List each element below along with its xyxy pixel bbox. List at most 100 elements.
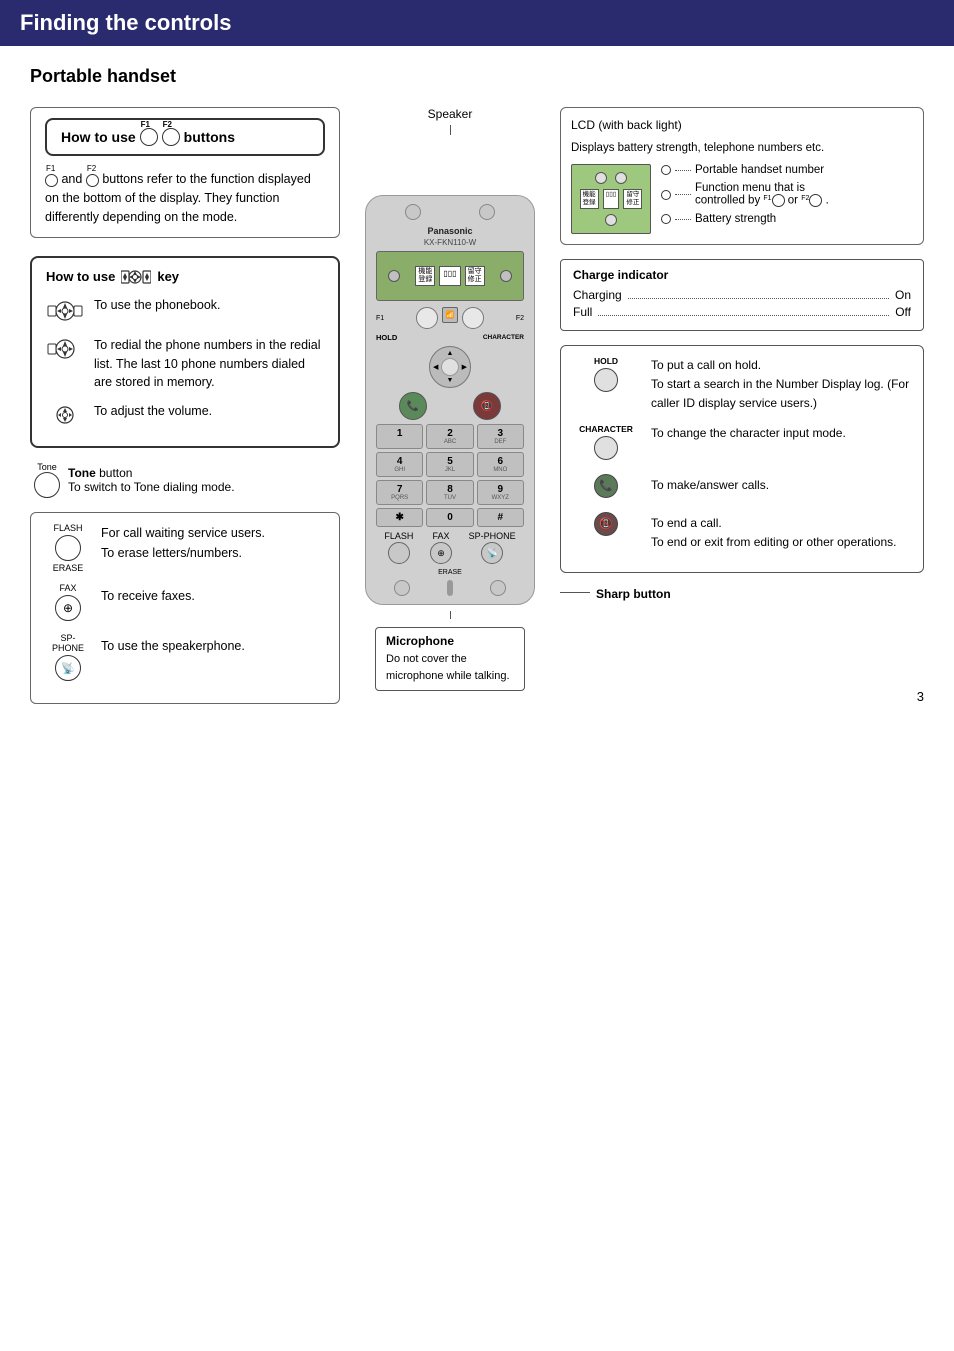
flash-fax-spphone-box: FLASH ERASE For call waiting service use… [30, 512, 340, 704]
lcd-bottom-btn [605, 214, 617, 226]
phone-top-speakers [376, 204, 524, 220]
num-9-button[interactable]: 9WXYZ [477, 480, 524, 505]
character-button-icon [594, 436, 618, 460]
f-buttons-description: F1 and F2 buttons refer to the function … [45, 170, 325, 227]
hold-button-icon [594, 368, 618, 392]
lcd-ind-handset-number: Portable handset number [661, 164, 913, 176]
spphone-button-icon: 📡 [55, 655, 81, 681]
lcd-screen-preview: 機能登録 ▯▯▯ 留守修正 [571, 164, 651, 234]
end-call-button[interactable]: 📵 [473, 392, 501, 420]
phone-f1-btn[interactable] [416, 307, 438, 329]
num-5-button[interactable]: 5JKL [426, 452, 473, 477]
phone-sp-btn[interactable]: 📡 [481, 542, 503, 564]
nav-center-dot [441, 358, 459, 376]
redial-key-icon [46, 336, 84, 362]
left-column: How to use F1 F2 buttons F1 [30, 107, 340, 704]
bottom-speaker-dot-left [394, 580, 410, 596]
end-call-button-icon: 📵 [594, 512, 618, 536]
num-4-button[interactable]: 4GHI [376, 452, 423, 477]
key-item-phonebook: To use the phonebook. [46, 298, 324, 324]
key-item-redial: To redial the phone numbers in the redia… [46, 336, 324, 392]
num-6-button[interactable]: 6MNO [477, 452, 524, 477]
num-3-button[interactable]: 3DEF [477, 424, 524, 449]
mic-label-box: Microphone Do not cover the microphone w… [375, 627, 525, 691]
phone-brand: Panasonic [376, 226, 524, 236]
lcd-info-box: LCD (with back light) Displays battery s… [560, 107, 924, 245]
phone-model: KX-FKN110-W [376, 238, 524, 247]
bottom-speaker-dot-right [490, 580, 506, 596]
nav-key-title-icon [121, 266, 151, 288]
sharp-button-area: Sharp button [560, 583, 924, 601]
how-to-use-key-box: How to use [30, 256, 340, 448]
tone-section: Tone Tone button To switch to Tone diali… [30, 462, 340, 498]
lcd-f2-dot [500, 270, 512, 282]
flash-button-icon [55, 535, 81, 561]
f1-button-icon [140, 128, 158, 146]
phone-numpad: 1 2ABC 3DEF 4GHI 5JKL 6MNO 7PQRS 8TUV 9W… [376, 424, 524, 527]
speaker-label: Speaker [428, 107, 473, 121]
lcd-display-area: 機能登録 ▯▯▯ 留守修正 Portable handset number [571, 164, 913, 234]
nav-right-icon: ▶ [462, 363, 467, 371]
speaker-arrow [450, 125, 451, 135]
nav-up-icon: ▲ [447, 350, 454, 357]
phone-f2-btn[interactable] [462, 307, 484, 329]
phone-nav-button[interactable]: ▲ ▼ ◀ ▶ [429, 346, 471, 388]
phone-f-row: F1 📶 F2 [376, 307, 524, 329]
end-call-function-item: 📵 To end a call. To end or exit from edi… [571, 510, 913, 552]
how-to-use-f-title: How to use F1 F2 buttons [45, 118, 325, 156]
hold-function-item: HOLD To put a call on hold. To start a s… [571, 356, 913, 414]
mic-label-area: Microphone Do not cover the microphone w… [375, 611, 525, 691]
phone-call-row: 📞 📵 [376, 392, 524, 420]
page-title: Finding the controls [20, 10, 231, 35]
phone-fax-btn[interactable]: ⊕ [430, 542, 452, 564]
erase-label: ERASE [376, 569, 524, 576]
num-8-button[interactable]: 8TUV [426, 480, 473, 505]
nav-left-icon: ◀ [433, 363, 438, 371]
wifi-icon: 📶 [442, 307, 458, 323]
speaker-dot-right [479, 204, 495, 220]
answer-call-button[interactable]: 📞 [399, 392, 427, 420]
character-function-item: CHARACTER To change the character input … [571, 424, 913, 462]
num-7-button[interactable]: 7PQRS [376, 480, 423, 505]
nav-down-icon: ▼ [447, 377, 454, 384]
lcd-indicators: Portable handset number Function menu th… [661, 164, 913, 231]
phone-flash-fax-sp-row: FLASH FAX ⊕ SP-PHONE 📡 [376, 531, 524, 565]
page-header: Finding the controls [0, 0, 954, 46]
page-number: 3 [917, 689, 924, 704]
phonebook-key-icon [46, 298, 84, 324]
f2-button-icon [162, 128, 180, 146]
phone-bottom-speakers [376, 580, 524, 596]
phone-nav-center: ▲ ▼ ◀ ▶ [376, 346, 524, 388]
spphone-item: SP-PHONE 📡 To use the speakerphone. [45, 633, 325, 683]
lcd-ind-battery: Battery strength [661, 213, 913, 225]
lcd-soft-f1 [595, 172, 607, 184]
charging-row: Charging On [573, 288, 911, 302]
num-hash-button[interactable]: # [477, 508, 524, 527]
answer-call-button-icon: 📞 [594, 474, 618, 498]
lcd-description: Displays battery strength, telephone num… [571, 140, 913, 156]
num-star-button[interactable]: ✱ [376, 508, 423, 527]
f2-small-icon [86, 174, 99, 187]
volume-key-icon [46, 404, 84, 426]
center-column: Speaker Panasonic KX-FKN110-W [350, 107, 550, 704]
lcd-f1-dot [388, 270, 400, 282]
speaker-dot-left [405, 204, 421, 220]
full-row: Full Off [573, 305, 911, 319]
sharp-button-label: Sharp button [596, 587, 671, 601]
tone-button-icon [34, 472, 60, 498]
num-2-button[interactable]: 2ABC [426, 424, 473, 449]
right-column: LCD (with back light) Displays battery s… [560, 107, 924, 704]
charge-title: Charge indicator [573, 268, 911, 282]
f1-small-icon [45, 174, 58, 187]
phone-hold-char-row: HOLD CHARACTER [376, 333, 524, 342]
flash-erase-item: FLASH ERASE For call waiting service use… [45, 523, 325, 573]
mic-title: Microphone [386, 634, 514, 648]
lcd-soft-f2 [615, 172, 627, 184]
num-0-button[interactable]: 0 [426, 508, 473, 527]
fax-item: FAX ⊕ To receive faxes. [45, 583, 325, 623]
right-function-box: HOLD To put a call on hold. To start a s… [560, 345, 924, 573]
num-1-button[interactable]: 1 [376, 424, 423, 449]
fax-button-icon: ⊕ [55, 595, 81, 621]
phone-flash-btn[interactable] [388, 542, 410, 564]
section-title: Portable handset [30, 66, 924, 87]
